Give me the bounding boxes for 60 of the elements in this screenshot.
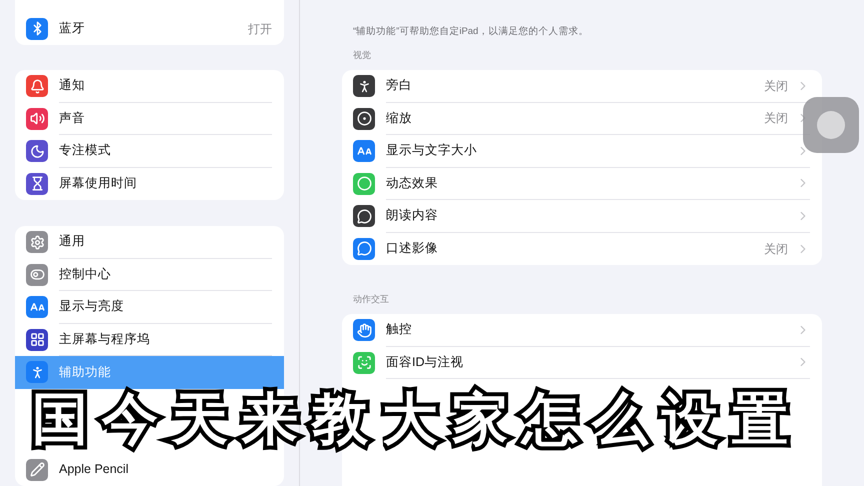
face-scan-icon bbox=[353, 352, 375, 374]
section-header: 动作交互 bbox=[353, 293, 389, 306]
toggle-icon bbox=[26, 264, 48, 286]
row-label: Apple Pencil bbox=[59, 461, 130, 478]
row-label: 旁白 bbox=[386, 77, 413, 94]
row-label: 通知 bbox=[59, 77, 86, 94]
row-label: 控制中心 bbox=[59, 266, 112, 283]
row-label: 屏幕使用时间 bbox=[59, 175, 138, 192]
bell-icon bbox=[26, 75, 48, 98]
person-icon bbox=[26, 361, 48, 384]
settings-row[interactable]: 触控 bbox=[342, 314, 822, 346]
settings-row[interactable]: 面容ID与注视 bbox=[342, 346, 822, 379]
settings-row[interactable]: 控制中心 bbox=[15, 258, 284, 291]
hourglass-icon bbox=[26, 172, 48, 195]
section-header: 视觉 bbox=[353, 49, 371, 62]
target-icon bbox=[353, 108, 375, 130]
row-label: 通用 bbox=[59, 233, 86, 250]
settings-row[interactable]: 通知 bbox=[15, 70, 284, 102]
speech-bubble-icon bbox=[353, 205, 375, 228]
row-label: 触控 bbox=[386, 321, 413, 338]
settings-row[interactable]: Apple Pencil bbox=[15, 454, 284, 486]
moon-icon bbox=[26, 140, 48, 162]
settings-row[interactable]: 显示与亮度 bbox=[15, 291, 284, 324]
settings-row[interactable]: 通用 bbox=[15, 226, 284, 258]
settings-row[interactable]: 蓝牙 打开 bbox=[15, 12, 284, 45]
settings-row[interactable]: 旁白 关闭 bbox=[342, 70, 822, 102]
speech-bubble-icon bbox=[353, 238, 375, 260]
row-label: 显示与文字大小 bbox=[386, 142, 478, 160]
settings-row[interactable]: 动态效果 bbox=[342, 168, 822, 200]
assistive-touch-overlay[interactable] bbox=[803, 97, 859, 153]
hand-icon bbox=[353, 319, 375, 342]
row-label: 蓝牙 bbox=[59, 20, 86, 38]
person-icon bbox=[353, 75, 375, 98]
settings-row[interactable]: 声音 bbox=[15, 102, 284, 135]
row-value: 关闭 bbox=[764, 110, 788, 128]
row-label: 声音 bbox=[59, 110, 86, 127]
row-label: 辅助功能 bbox=[59, 364, 112, 381]
row-label: 专注模式 bbox=[59, 142, 112, 160]
row-label: 动态效果 bbox=[386, 174, 439, 192]
settings-row[interactable]: 口述影像 关闭 bbox=[342, 232, 822, 265]
row-label: 面容ID与注视 bbox=[386, 354, 464, 371]
settings-row[interactable]: 屏幕使用时间 bbox=[15, 168, 284, 200]
text-size-icon bbox=[26, 296, 48, 318]
speaker-icon bbox=[26, 108, 48, 130]
pencil-icon bbox=[26, 458, 48, 481]
row-label: 口述影像 bbox=[386, 240, 439, 258]
row-label: 缩放 bbox=[386, 110, 413, 127]
row-value: 关闭 bbox=[764, 78, 788, 95]
settings-row[interactable]: 专注模式 bbox=[15, 135, 284, 168]
bluetooth-icon bbox=[26, 18, 48, 40]
text-size-icon bbox=[353, 140, 375, 162]
grid-icon bbox=[26, 328, 48, 351]
row-label: 朗读内容 bbox=[386, 207, 439, 224]
gear-icon bbox=[26, 231, 48, 254]
row-value: 打开 bbox=[248, 20, 272, 38]
row-value: 关闭 bbox=[764, 240, 788, 258]
row-label: 显示与亮度 bbox=[59, 298, 125, 316]
description-text: “辅助功能”可帮助您自定iPad，以满足您的个人需求。 bbox=[352, 25, 590, 39]
row-label: 主屏幕与程序坞 bbox=[59, 330, 151, 348]
settings-row[interactable]: 朗读内容 bbox=[342, 200, 822, 232]
